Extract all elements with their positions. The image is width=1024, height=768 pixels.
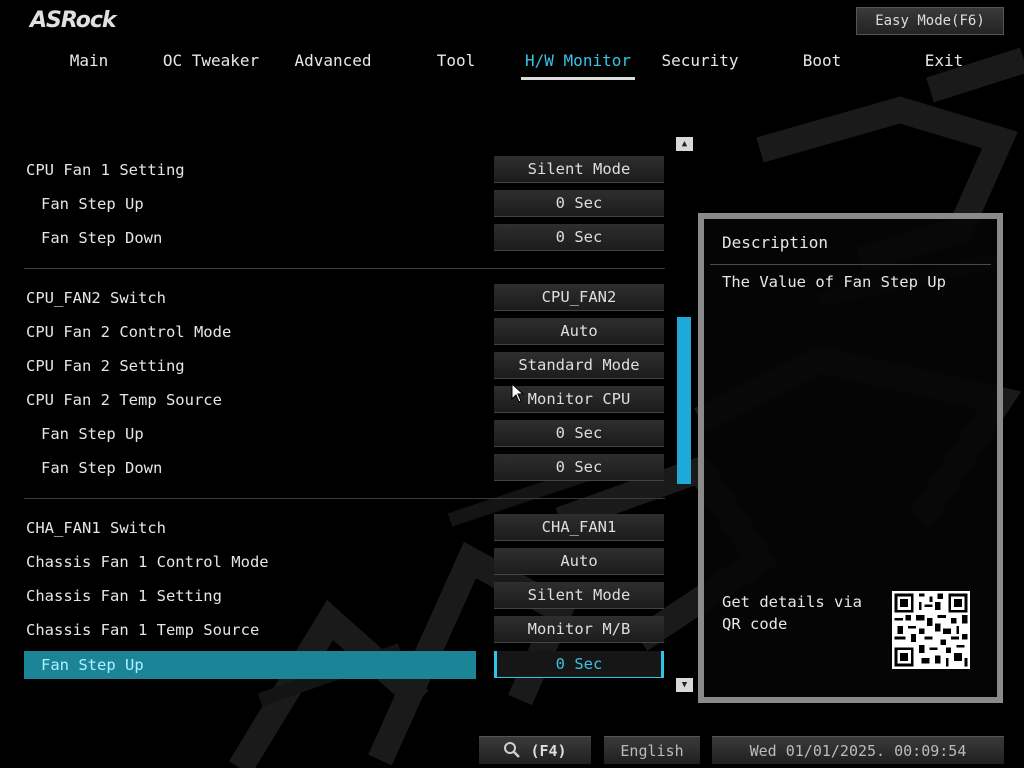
asrock-logo: ASRock (30, 8, 117, 33)
description-text: The Value of Fan Step Up (722, 273, 946, 291)
setting-row-cpu-fan2-setting[interactable]: CPU Fan 2 Setting (24, 352, 476, 380)
setting-value-button[interactable]: 0 Sec (494, 224, 664, 251)
scrollbar-thumb[interactable] (677, 317, 691, 484)
setting-label: CPU Fan 1 Setting (26, 161, 185, 179)
section-divider (24, 498, 665, 499)
section-divider (24, 268, 665, 269)
setting-value-button[interactable]: 0 Sec (494, 190, 664, 217)
setting-value-button[interactable]: Auto (494, 318, 664, 345)
qr-code-icon (892, 591, 970, 669)
setting-row-cpu-fan2-switch[interactable]: CPU_FAN2 Switch (24, 284, 476, 312)
setting-value-button[interactable]: Standard Mode (494, 352, 664, 379)
tab-main[interactable]: Main (70, 48, 109, 80)
setting-row-chassis-fan1-setting[interactable]: Chassis Fan 1 Setting (24, 582, 476, 610)
mouse-cursor-icon (511, 383, 525, 403)
setting-row-fan-step-down[interactable]: Fan Step Down (24, 224, 476, 252)
setting-row-cpu-fan1-setting[interactable]: CPU Fan 1 Setting (24, 156, 476, 184)
setting-label: Fan Step Up (41, 656, 144, 674)
setting-label: CPU_FAN2 Switch (26, 289, 166, 307)
setting-label: Fan Step Down (41, 459, 163, 477)
setting-row-fan-step-down[interactable]: Fan Step Down (24, 454, 476, 482)
search-button[interactable]: (F4) (479, 736, 591, 764)
language-button[interactable]: English (604, 736, 700, 764)
setting-value-button[interactable]: Silent Mode (494, 156, 664, 183)
setting-label: Fan Step Up (41, 425, 144, 443)
setting-row-fan-step-up-selected[interactable]: Fan Step Up (24, 651, 476, 679)
search-icon (504, 742, 521, 758)
setting-value-button[interactable]: Monitor M/B (494, 616, 664, 643)
setting-label: CPU Fan 2 Setting (26, 357, 185, 375)
setting-value-button-selected[interactable]: 0 Sec (494, 651, 664, 678)
setting-label: Chassis Fan 1 Setting (26, 587, 222, 605)
setting-value-button[interactable]: Silent Mode (494, 582, 664, 609)
tab-advanced[interactable]: Advanced (294, 48, 371, 80)
setting-row-cpu-fan2-control-mode[interactable]: CPU Fan 2 Control Mode (24, 318, 476, 346)
setting-label: CPU Fan 2 Control Mode (26, 323, 232, 341)
setting-value-button[interactable]: CHA_FAN1 (494, 514, 664, 541)
setting-row-chassis-fan1-temp-source[interactable]: Chassis Fan 1 Temp Source (24, 616, 476, 644)
setting-label: CHA_FAN1 Switch (26, 519, 166, 537)
scrollbar[interactable]: ▲ ▼ (676, 137, 693, 694)
tab-security[interactable]: Security (661, 48, 738, 80)
tab-tool[interactable]: Tool (437, 48, 476, 80)
setting-value-button[interactable]: Auto (494, 548, 664, 575)
setting-row-fan-step-up[interactable]: Fan Step Up (24, 420, 476, 448)
main-navigation: Main OC Tweaker Advanced Tool H/W Monito… (0, 48, 1024, 80)
description-panel: Description The Value of Fan Step Up Get… (698, 213, 1003, 703)
setting-label: Chassis Fan 1 Temp Source (26, 621, 260, 639)
datetime-display: Wed 01/01/2025. 00:09:54 (712, 736, 1004, 764)
setting-row-fan-step-up[interactable]: Fan Step Up (24, 190, 476, 218)
setting-row-cha-fan1-switch[interactable]: CHA_FAN1 Switch (24, 514, 476, 542)
setting-value-button[interactable]: 0 Sec (494, 420, 664, 447)
tab-oc-tweaker[interactable]: OC Tweaker (163, 48, 259, 80)
search-shortcut-label: (F4) (530, 742, 567, 760)
setting-row-cpu-fan2-temp-source[interactable]: CPU Fan 2 Temp Source (24, 386, 476, 414)
setting-row-chassis-fan1-control-mode[interactable]: Chassis Fan 1 Control Mode (24, 548, 476, 576)
setting-label: Fan Step Down (41, 229, 163, 247)
setting-label: CPU Fan 2 Temp Source (26, 391, 222, 409)
description-divider (710, 264, 991, 265)
tab-boot[interactable]: Boot (803, 48, 842, 80)
tab-exit[interactable]: Exit (925, 48, 964, 80)
scroll-down-arrow-icon[interactable]: ▼ (676, 678, 693, 692)
setting-value-button[interactable]: CPU_FAN2 (494, 284, 664, 311)
setting-label: Fan Step Up (41, 195, 144, 213)
easy-mode-button[interactable]: Easy Mode(F6) (856, 7, 1004, 35)
setting-label: Chassis Fan 1 Control Mode (26, 553, 269, 571)
scroll-up-arrow-icon[interactable]: ▲ (676, 137, 693, 151)
description-title: Description (722, 233, 828, 252)
setting-value-button[interactable]: 0 Sec (494, 454, 664, 481)
tab-hw-monitor[interactable]: H/W Monitor (521, 48, 635, 80)
qr-caption: Get details via QR code (722, 593, 862, 633)
